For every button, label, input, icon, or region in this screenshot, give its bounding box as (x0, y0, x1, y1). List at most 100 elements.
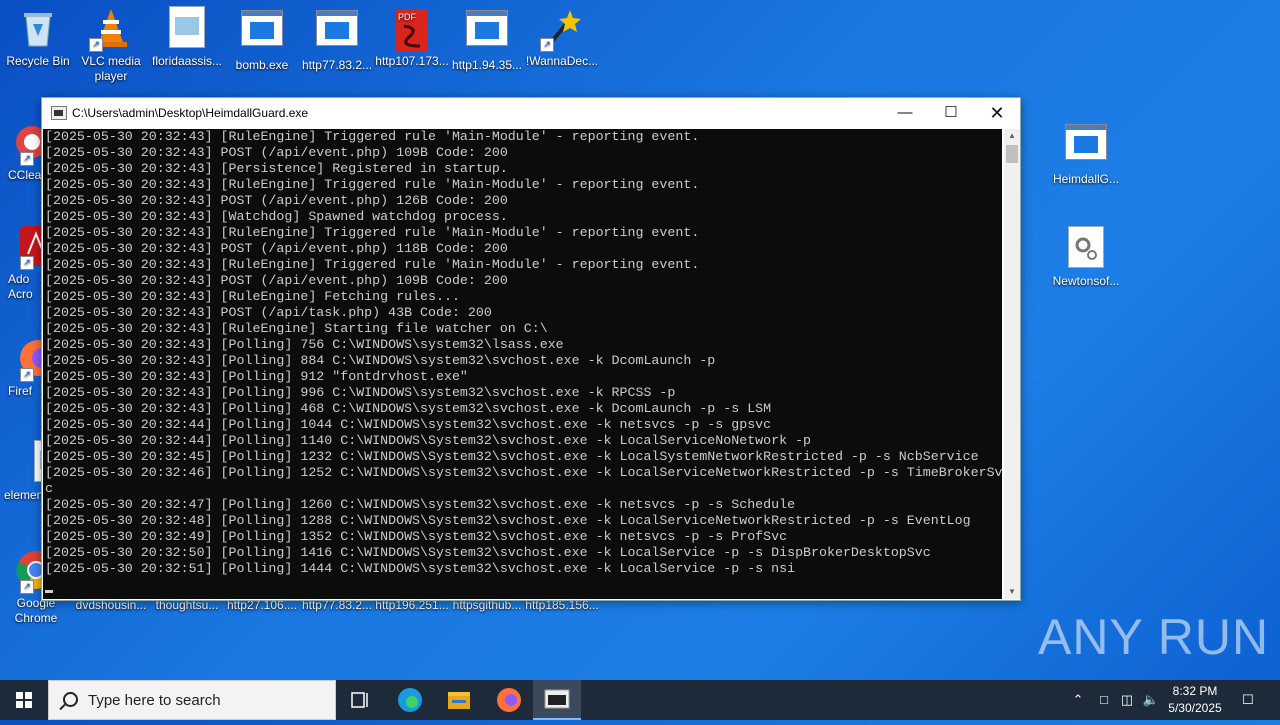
newtonsof-icon (1064, 226, 1108, 270)
console-line: [2025-05-30 20:32:44] [Polling] 1140 C:\… (45, 433, 812, 448)
shortcut-arrow-icon: ↗ (540, 38, 554, 52)
desktop-icon-label: http107.173... (375, 54, 449, 68)
taskbar: Type here to search ⌃ □ ◫ 🔈 8:32 PM 5/30… (0, 680, 1280, 720)
taskbar-firefox[interactable] (485, 680, 533, 720)
desktop-icon-label: bomb.exe (235, 58, 289, 72)
desktop-icon-bomb-exe[interactable]: bomb.exe (224, 6, 300, 73)
desktop-icon-label: Ado Acro (8, 272, 33, 301)
search-placeholder: Type here to search (88, 692, 221, 709)
wannadec-icon: ↗ (540, 6, 584, 52)
tray-overflow-chevron-icon[interactable]: ⌃ (1068, 680, 1088, 720)
desktop-icon-label: Newtonsof... (1052, 274, 1120, 288)
floridaassis-icon (165, 6, 209, 50)
taskbar-file-explorer[interactable] (435, 680, 483, 720)
console-line: [2025-05-30 20:32:43] POST (/api/task.ph… (45, 305, 492, 320)
desktop-icon-recycle-bin[interactable]: Recycle Bin (0, 6, 76, 69)
console-cursor (45, 590, 53, 593)
console-titlebar[interactable]: C:\Users\admin\Desktop\HeimdallGuard.exe… (42, 98, 1020, 128)
console-scrollbar[interactable]: ▲ ▼ (1004, 129, 1020, 599)
search-icon (63, 692, 78, 707)
console-app-icon (51, 106, 67, 120)
console-window-icon (544, 689, 570, 709)
scrollbar-thumb[interactable] (1006, 145, 1018, 163)
network-icon[interactable]: ◫ (1117, 680, 1137, 720)
console-window[interactable]: C:\Users\admin\Desktop\HeimdallGuard.exe… (41, 97, 1021, 601)
desktop-icon-label: VLC media player (81, 54, 141, 83)
desktop-icon-vlc[interactable]: ↗ VLC media player (73, 6, 149, 84)
console-line: [2025-05-30 20:32:43] [Watchdog] Spawned… (45, 209, 508, 224)
desktop-icon-label: !WannaDec... (525, 54, 599, 68)
console-line: [2025-05-30 20:32:49] [Polling] 1352 C:\… (45, 529, 788, 544)
desktop-icon-http1[interactable]: http1.94.35... (449, 6, 525, 73)
bomb-exe-icon (240, 10, 284, 54)
shortcut-arrow-icon: ↗ (89, 38, 103, 52)
volume-icon[interactable]: 🔈 (1140, 680, 1162, 720)
console-output[interactable]: [2025-05-30 20:32:43] [RuleEngine] Trigg… (43, 129, 1002, 599)
taskbar-clock[interactable]: 8:32 PM 5/30/2025 (1160, 683, 1230, 717)
taskbar-heimdallguard[interactable] (533, 680, 581, 720)
shortcut-arrow-icon: ↗ (20, 580, 34, 594)
console-line: [2025-05-30 20:32:43] [RuleEngine] Fetch… (45, 289, 460, 304)
close-button[interactable]: ✕ (974, 98, 1020, 128)
console-line: [2025-05-30 20:32:43] [Polling] 912 "fon… (45, 369, 468, 384)
console-line: [2025-05-30 20:32:43] [Polling] 996 C:\W… (45, 385, 676, 400)
shortcut-arrow-icon: ↗ (20, 368, 34, 382)
taskbar-search-box[interactable]: Type here to search (48, 680, 336, 720)
tray-app-icon[interactable]: □ (1094, 680, 1114, 720)
notification-icon[interactable]: ☐ (1236, 680, 1260, 720)
anyrun-watermark: ANY RUN (1038, 609, 1270, 665)
console-line: [2025-05-30 20:32:43] [Polling] 468 C:\W… (45, 401, 772, 416)
console-line: [2025-05-30 20:32:43] [Polling] 884 C:\W… (45, 353, 716, 368)
console-line: [2025-05-30 20:32:43] [RuleEngine] Trigg… (45, 177, 700, 192)
console-line: [2025-05-30 20:32:43] [RuleEngine] Trigg… (45, 257, 700, 272)
minimize-button[interactable]: — (882, 98, 928, 128)
desktop-icon-newtonsof[interactable]: Newtonsof... (1048, 226, 1124, 289)
console-line: [2025-05-30 20:32:48] [Polling] 1288 C:\… (45, 513, 971, 528)
desktop-icon-floridaassis[interactable]: floridaassis... (149, 6, 225, 69)
console-line: [2025-05-30 20:32:43] POST (/api/event.p… (45, 241, 508, 256)
maximize-button[interactable]: ☐ (928, 98, 974, 128)
http1-icon (465, 10, 509, 54)
console-line: [2025-05-30 20:32:43] [RuleEngine] Start… (45, 321, 548, 336)
console-line: [2025-05-30 20:32:43] POST (/api/event.p… (45, 145, 508, 160)
console-line: c (45, 481, 53, 496)
start-button[interactable] (0, 680, 48, 720)
console-line: [2025-05-30 20:32:51] [Polling] 1444 C:\… (45, 561, 796, 576)
desktop-icon-heimdall[interactable]: HeimdallG... (1048, 120, 1124, 187)
edge-icon (398, 688, 422, 712)
console-line: [2025-05-30 20:32:43] [Persistence] Regi… (45, 161, 508, 176)
folder-icon (448, 692, 470, 709)
desktop-icon-label: http77.83.2... (301, 58, 373, 72)
recycle-bin-icon (16, 6, 60, 50)
console-line: [2025-05-30 20:32:43] POST (/api/event.p… (45, 273, 508, 288)
desktop-icon-http107[interactable]: PDF http107.173... (374, 6, 450, 69)
console-title: C:\Users\admin\Desktop\HeimdallGuard.exe (72, 106, 309, 120)
console-line: [2025-05-30 20:32:43] [RuleEngine] Trigg… (45, 225, 700, 240)
svg-text:PDF: PDF (398, 12, 417, 22)
heimdall-desktop-icon (1064, 124, 1108, 168)
http107-icon: PDF (390, 6, 434, 52)
desktop-icon-label: http1.94.35... (451, 58, 523, 72)
task-view-button[interactable] (336, 680, 384, 720)
clock-time: 8:32 PM (1172, 684, 1218, 698)
desktop-icon-http77[interactable]: http77.83.2... (299, 6, 375, 73)
clock-date: 5/30/2025 (1168, 701, 1222, 715)
console-line: [2025-05-30 20:32:43] POST (/api/event.p… (45, 193, 508, 208)
desktop-icon-label: HeimdallG... (1052, 172, 1120, 186)
taskbar-edge[interactable] (386, 680, 434, 720)
shortcut-arrow-icon: ↗ (20, 152, 34, 166)
desktop-icon-wannadec[interactable]: ↗ !WannaDec... (524, 6, 600, 69)
scroll-up-arrow-icon[interactable]: ▲ (1004, 129, 1020, 143)
desktop-icon-label: floridaassis... (151, 54, 223, 68)
firefox-icon (497, 688, 521, 712)
task-view-icon (351, 692, 368, 708)
console-line: [2025-05-30 20:32:45] [Polling] 1232 C:\… (45, 449, 979, 464)
console-lines: [2025-05-30 20:32:43] [RuleEngine] Trigg… (45, 129, 1002, 577)
scroll-down-arrow-icon[interactable]: ▼ (1004, 585, 1020, 599)
shortcut-arrow-icon: ↗ (20, 256, 34, 270)
console-line: [2025-05-30 20:32:50] [Polling] 1416 C:\… (45, 545, 931, 560)
vlc-icon: ↗ (89, 6, 133, 52)
console-line: [2025-05-30 20:32:47] [Polling] 1260 C:\… (45, 497, 796, 512)
console-line: [2025-05-30 20:32:43] [RuleEngine] Trigg… (45, 129, 700, 144)
windows-logo-icon (16, 692, 32, 708)
